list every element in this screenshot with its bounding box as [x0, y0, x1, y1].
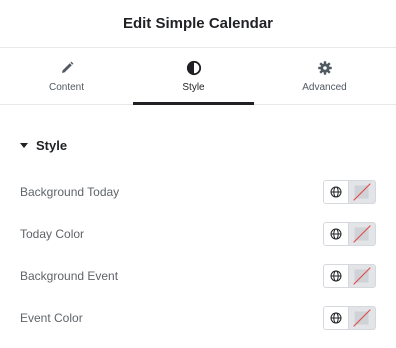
panel-tabs: Content Style Advanced: [0, 48, 396, 105]
tab-content[interactable]: Content: [6, 48, 127, 104]
global-colors-button[interactable]: [323, 264, 348, 288]
globe-icon: [330, 270, 342, 282]
color-control: [323, 263, 376, 289]
global-colors-button[interactable]: [323, 180, 348, 204]
color-picker-swatch[interactable]: [348, 180, 376, 204]
panel-title: Edit Simple Calendar: [122, 15, 274, 32]
no-color-slash-icon: [353, 225, 371, 243]
no-color-slash-icon: [353, 183, 371, 201]
control-background-event: Background Event: [20, 263, 376, 289]
panel-header: Edit Simple Calendar: [0, 0, 396, 48]
color-picker-swatch[interactable]: [348, 306, 376, 330]
global-colors-button[interactable]: [323, 306, 348, 330]
color-control: [323, 305, 376, 331]
global-colors-button[interactable]: [323, 222, 348, 246]
control-today-color: Today Color: [20, 221, 376, 247]
color-picker-swatch[interactable]: [348, 264, 376, 288]
globe-icon: [330, 312, 342, 324]
section-title: Style: [36, 137, 68, 153]
tab-label: Style: [182, 82, 205, 93]
no-color-slash-icon: [353, 267, 371, 285]
gear-icon: [317, 61, 332, 75]
no-color-slash-icon: [353, 309, 371, 327]
tab-advanced[interactable]: Advanced: [264, 48, 385, 104]
control-background-today: Background Today: [20, 179, 376, 205]
caret-down-icon: [20, 142, 28, 148]
color-control: [323, 221, 376, 247]
style-section-toggle[interactable]: Style: [20, 136, 67, 154]
pencil-icon: [61, 61, 73, 73]
control-event-color: Event Color: [20, 305, 376, 331]
tab-style[interactable]: Style: [133, 48, 254, 105]
control-label: Background Event: [20, 269, 119, 283]
globe-icon: [330, 228, 342, 240]
contrast-icon: [186, 60, 201, 76]
tab-label: Advanced: [302, 82, 347, 93]
globe-icon: [330, 186, 342, 198]
color-control: [323, 179, 376, 205]
control-label: Event Color: [20, 311, 83, 325]
tab-label: Content: [48, 82, 85, 93]
control-label: Today Color: [20, 227, 85, 241]
control-label: Background Today: [20, 185, 120, 199]
color-picker-swatch[interactable]: [348, 222, 376, 246]
